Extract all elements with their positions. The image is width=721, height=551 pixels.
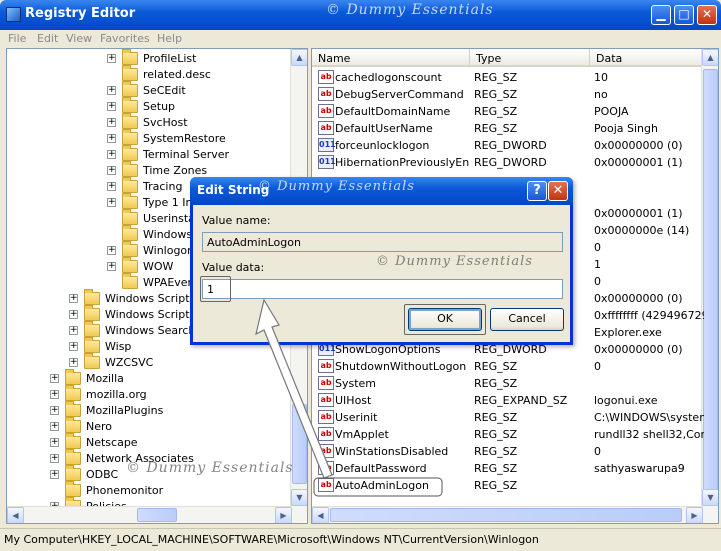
annotation-arrow: [255, 298, 443, 497]
